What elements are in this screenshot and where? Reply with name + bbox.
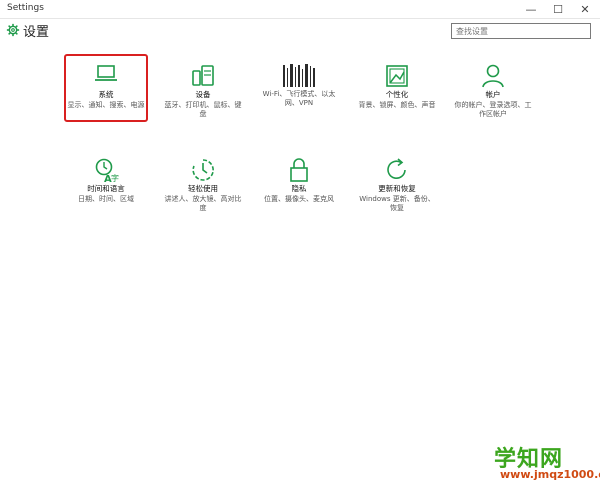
settings-header: 设置 <box>0 19 600 44</box>
tile-privacy-label: 隐私 <box>291 184 307 193</box>
watermark-url: www.jmqz1000.com <box>500 468 600 481</box>
gear-icon <box>6 23 20 37</box>
svg-text:字: 字 <box>111 173 119 183</box>
devices-icon <box>192 65 214 86</box>
tile-devices-desc: 蓝牙、打印机、鼠标、键盘 <box>164 101 242 118</box>
network-icon <box>283 64 315 87</box>
maximize-button[interactable]: ☐ <box>546 0 570 18</box>
tile-accounts[interactable]: 帐户 你的帐户、登录选项、工作区帐户 <box>450 61 536 119</box>
ease-of-access-icon <box>192 159 214 181</box>
close-button[interactable]: ✕ <box>573 0 597 18</box>
tile-personalization[interactable]: 个性化 背景、锁屏、颜色、声音 <box>354 61 440 110</box>
tile-time-language-desc: 日期、时间、区域 <box>78 195 134 203</box>
title-bar: Settings — ☐ ✕ <box>0 0 600 19</box>
tile-update-recovery-desc: Windows 更新、备份、恢复 <box>359 195 435 212</box>
tile-privacy[interactable]: 隐私 位置、摄像头、麦克风 <box>256 155 342 204</box>
tile-accounts-label: 帐户 <box>485 90 501 99</box>
tile-devices[interactable]: 设备 蓝牙、打印机、鼠标、键盘 <box>160 61 246 119</box>
time-language-icon: A 字 <box>95 158 119 183</box>
tile-privacy-desc: 位置、摄像头、麦克风 <box>264 195 334 203</box>
tile-update-recovery-label: 更新和恢复 <box>378 184 416 193</box>
window-title: Settings <box>7 3 44 13</box>
selection-highlight <box>64 54 148 122</box>
account-icon <box>482 64 504 88</box>
page-title: 设置 <box>23 25 50 40</box>
search-input[interactable] <box>451 23 591 39</box>
tile-devices-label: 设备 <box>195 90 211 99</box>
tile-ease-of-access-label: 轻松使用 <box>188 184 218 193</box>
personalization-icon <box>386 65 408 87</box>
tile-personalization-label: 个性化 <box>385 90 409 99</box>
tile-network[interactable]: Wi-Fi、飞行模式、以太网、VPN <box>256 61 342 108</box>
tile-time-language[interactable]: A 字 时间和语言 日期、时间、区域 <box>63 155 149 204</box>
tile-ease-of-access[interactable]: 轻松使用 讲述人、放大镜、高对比度 <box>160 155 246 213</box>
tile-time-language-label: 时间和语言 <box>87 184 125 193</box>
tile-personalization-desc: 背景、锁屏、颜色、声音 <box>358 101 436 109</box>
update-icon <box>387 158 406 179</box>
privacy-icon <box>290 158 308 182</box>
minimize-button[interactable]: — <box>519 0 543 18</box>
tile-ease-of-access-desc: 讲述人、放大镜、高对比度 <box>164 195 242 212</box>
tile-network-desc: Wi-Fi、飞行模式、以太网、VPN <box>262 90 336 107</box>
tile-accounts-desc: 你的帐户、登录选项、工作区帐户 <box>454 101 532 118</box>
tile-update-recovery[interactable]: 更新和恢复 Windows 更新、备份、恢复 <box>354 155 440 213</box>
